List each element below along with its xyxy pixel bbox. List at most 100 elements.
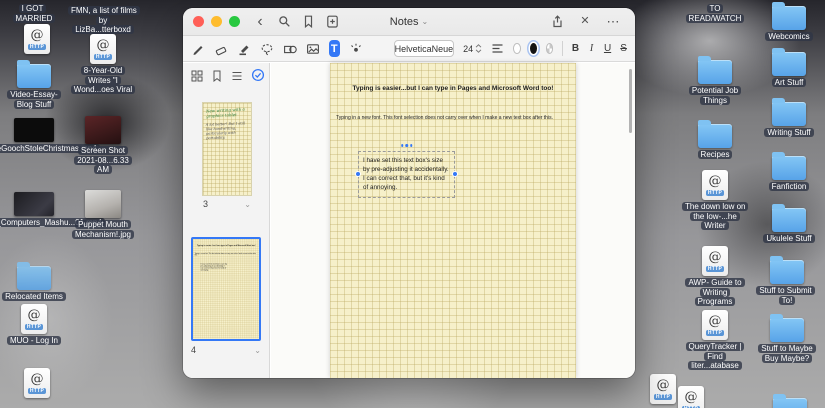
color-swatch-black-selected[interactable] (529, 43, 537, 54)
desktop-icon-to-read-watch[interactable]: TO READ/WATCH (682, 4, 748, 23)
chevron-down-icon[interactable]: ⌄ (254, 346, 261, 355)
web-link-icon: @ HTTP (24, 368, 50, 398)
image-tool[interactable] (306, 41, 320, 56)
note-page[interactable]: Typing is easier...but I can type in Pag… (330, 63, 576, 378)
share-button[interactable] (547, 12, 567, 32)
strikethrough-button[interactable]: S (620, 43, 627, 54)
desktop-icon-video-essay-blog-stuff[interactable]: Video-Essay-Blog Stuff (1, 58, 67, 109)
resize-handle-right[interactable] (452, 171, 458, 178)
text-align-button[interactable] (491, 41, 504, 56)
italic-button[interactable]: I (588, 43, 595, 54)
page-thumbnail-3[interactable]: New writing with a graphics tablet A lot… (203, 103, 251, 195)
desktop-icon-i-got-married[interactable]: I GOT MARRIED (2, 4, 66, 23)
chevron-down-icon[interactable]: ⌄ (244, 200, 251, 209)
desktop-icon-folder[interactable] (770, 392, 810, 408)
page-row-4[interactable]: 4 ⌄ (191, 345, 261, 355)
folder-icon (698, 56, 732, 84)
desktop-icon-screen-shot[interactable]: Screen Shot 2021-08...6.33 AM (70, 116, 136, 175)
note-paragraph-text[interactable]: Typing in a new font. This font selectio… (336, 115, 570, 123)
icon-label: Video-Essay-Blog Stuff (1, 90, 67, 109)
desktop-icon-weblink[interactable]: @ HTTP (20, 368, 54, 398)
lasso-tool[interactable] (260, 41, 274, 56)
bookmark-view-icon[interactable] (211, 69, 223, 87)
icon-label: TO READ/WATCH (682, 4, 748, 23)
fullscreen-window-button[interactable] (229, 16, 240, 27)
close-window-button[interactable] (193, 16, 204, 27)
close-document-button[interactable]: ✕ (575, 12, 595, 32)
handwriting-green: New writing with a graphics tablet (205, 107, 245, 119)
desktop-icon-ukulele-stuff[interactable]: Ukulele Stuff (758, 202, 820, 244)
shapes-tool[interactable] (283, 41, 297, 56)
image-file-icon (85, 190, 121, 218)
window-titlebar[interactable]: ‹ Notes ⌄ ✕ ⋯ (183, 8, 635, 36)
selected-text-box[interactable]: I have set this text box's size by pre-a… (355, 144, 458, 198)
icon-label: I GOT MARRIED (2, 4, 66, 23)
minimize-window-button[interactable] (211, 16, 222, 27)
desktop-icon-compaq-video[interactable]: Compaq_Computers_Mashu...01.mp4 (0, 192, 105, 228)
bookmark-button[interactable] (298, 12, 318, 32)
icon-label: Fanfiction (768, 182, 810, 192)
font-family-dropdown[interactable]: HelveticaNeue (393, 40, 455, 57)
more-options-button[interactable]: ⋯ (603, 12, 623, 32)
add-page-button[interactable] (322, 12, 342, 32)
desktop-icon-stuff-to-maybe-buy[interactable]: Stuff to Maybe Buy Maybe? (754, 312, 820, 363)
color-swatch-custom[interactable] (545, 43, 554, 54)
desktop-icon-recipes[interactable]: Recipes (682, 118, 748, 160)
page-thumbnail-4-selected[interactable]: Typing is easier...but I can type in Pag… (191, 237, 261, 341)
folder-icon (770, 256, 804, 284)
stepper-arrows[interactable] (475, 44, 482, 53)
web-link-icon: @ HTTP (21, 304, 47, 334)
underline-button[interactable]: U (604, 43, 611, 54)
select-pages-check-icon[interactable] (251, 68, 265, 87)
pen-tool[interactable] (191, 41, 205, 56)
eraser-tool[interactable] (214, 41, 228, 56)
font-size-stepper[interactable]: 24 (463, 44, 482, 54)
textbox-drag-handle[interactable] (400, 144, 413, 147)
desktop-icon-puppet-mouth[interactable]: Puppet Mouth Mechanism!.jpg (70, 190, 136, 239)
desktop-icon-art-stuff[interactable]: Art Stuff (758, 46, 820, 88)
web-link-icon: @ HTTP (702, 170, 728, 200)
web-link-icon: @ HTTP (650, 374, 676, 404)
icon-label: Stuff to Maybe Buy Maybe? (754, 344, 820, 363)
toolbar-divider (562, 41, 563, 56)
back-button[interactable]: ‹ (250, 12, 270, 32)
icon-label: Webcomics (765, 32, 813, 42)
desktop-icon-weblink[interactable]: @ HTTP (674, 386, 708, 408)
desktop-icon-muo-log-in[interactable]: @ HTTP MUO - Log In (1, 304, 67, 346)
laser-pointer-tool[interactable] (349, 41, 363, 56)
icon-label: 8-Year-Old Writes "I Wond...oes Viral (70, 66, 136, 95)
icon-label: Ukulele Stuff (763, 234, 815, 244)
desktop-icon-weblink[interactable]: @ HTTP (20, 24, 54, 54)
sidebar-view-switcher (191, 68, 265, 87)
desktop-icon-8-year-old[interactable]: @ HTTP 8-Year-Old Writes "I Wond...oes V… (70, 34, 136, 95)
desktop-icon-down-low[interactable]: @ HTTP The down low on the low-...he Wri… (682, 170, 749, 231)
desktop-icon-gooch-video[interactable]: HowTheGoochStoleChristmas.mp4 (0, 118, 100, 154)
grid-view-icon[interactable] (191, 69, 203, 87)
desktop-icon-potential-job-things[interactable]: Potential Job Things (682, 54, 748, 105)
outline-view-icon[interactable] (231, 69, 243, 87)
resize-handle-left[interactable] (355, 171, 361, 178)
color-swatch-white[interactable] (513, 43, 521, 54)
note-heading-text[interactable]: Typing is easier...but I can type in Pag… (330, 85, 576, 92)
text-box-content: I have set this text box's size by pre-a… (363, 157, 449, 192)
canvas-scrollbar[interactable] (629, 69, 632, 133)
page-row-3[interactable]: 3 ⌄ (203, 199, 251, 209)
chevron-down-icon: ⌄ (421, 17, 429, 26)
desktop-icon-writing-stuff[interactable]: Writing Stuff (758, 96, 820, 138)
document-title-menu[interactable]: Notes ⌄ (390, 16, 428, 28)
highlighter-tool[interactable] (237, 41, 251, 56)
desktop-icon-querytracker[interactable]: @ HTTP QueryTracker | Find liter...ataba… (682, 310, 748, 371)
icon-label: The down low on the low-...he Writer (682, 202, 749, 231)
icon-label: Art Stuff (771, 78, 807, 88)
desktop-icon-relocated-items[interactable]: Relocated Items (1, 260, 67, 302)
desktop-icon-awp-guide[interactable]: @ HTTP AWP- Guide to Writing Programs (682, 246, 748, 307)
text-tool-selected[interactable]: T (329, 40, 340, 57)
desktop-icon-webcomics[interactable]: Webcomics (758, 0, 820, 42)
search-button[interactable] (274, 12, 294, 32)
thumbnail-3-content: New writing with a graphics tablet A lot… (203, 103, 251, 195)
note-canvas[interactable]: Typing is easier...but I can type in Pag… (271, 63, 635, 378)
bold-button[interactable]: B (572, 43, 579, 54)
desktop-icon-fmn-list[interactable]: FMN, a list of films by LizBa...tterboxd (68, 6, 140, 35)
desktop-icon-fanfiction[interactable]: Fanfiction (758, 150, 820, 192)
desktop-icon-stuff-to-submit[interactable]: Stuff to Submit To! (752, 254, 822, 305)
